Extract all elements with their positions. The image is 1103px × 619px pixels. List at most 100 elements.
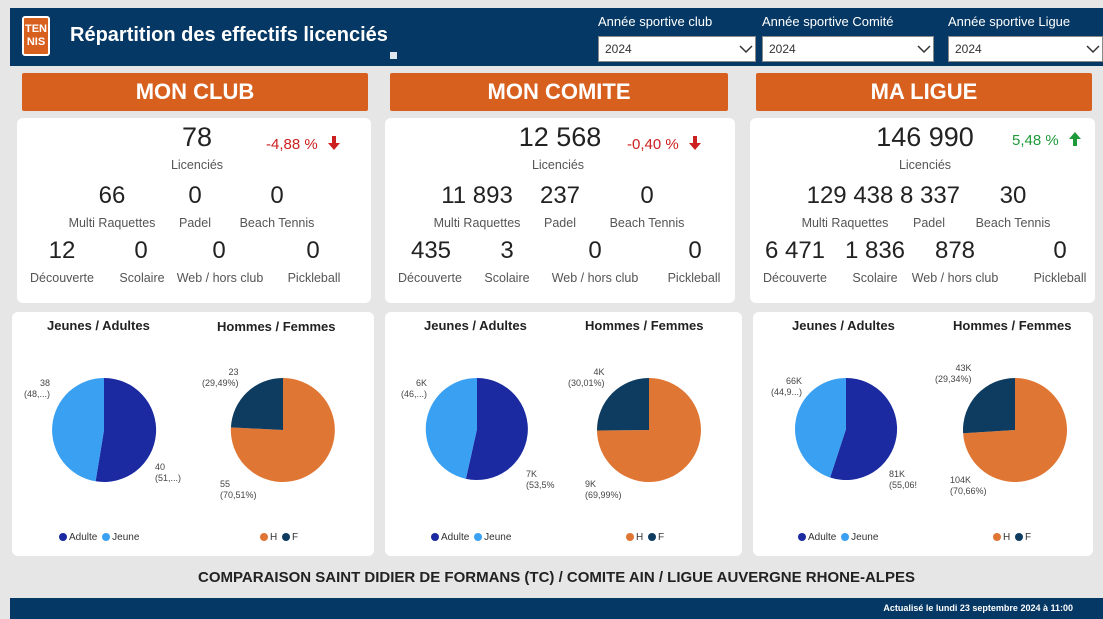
filter-ligue-dropdown[interactable]: 2024 xyxy=(948,36,1103,62)
data-label-f: 4K (30,01%) xyxy=(568,367,605,388)
stat-label: Web / hors club xyxy=(176,271,264,285)
tennis-logo: TEN NIS xyxy=(22,16,50,56)
age-chart-title: Jeunes / Adultes xyxy=(424,318,527,333)
stat-value: 0 xyxy=(688,237,702,264)
stat-label: Multi Raquettes xyxy=(68,216,156,230)
pie-sex-comite xyxy=(596,378,701,482)
kpi-card-club: 78 -4,88 % Licenciés 66 Multi Raquettes … xyxy=(17,118,371,303)
stat-label: Beach Tennis xyxy=(609,216,685,230)
stat-label: Padel xyxy=(913,216,945,230)
stat-label: Scolaire xyxy=(119,271,165,285)
stat-value: 66 xyxy=(98,182,126,209)
stat-value: 237 xyxy=(539,182,581,209)
last-updated: Actualisé le lundi 23 septembre 2024 à 1… xyxy=(883,603,1073,613)
data-label-h: 9K (69,99%) xyxy=(585,479,622,500)
stat-label: Scolaire xyxy=(484,271,530,285)
pie-slice-jeune[interactable] xyxy=(52,378,104,482)
total-licencies: 12 568 xyxy=(518,122,602,152)
legend-dot xyxy=(798,533,806,542)
stat-value: 0 xyxy=(212,237,226,264)
total-label: Licenciés xyxy=(170,158,224,172)
stat-value: 3 xyxy=(500,237,514,264)
filter-ligue-label: Année sportive Ligue xyxy=(948,14,1071,29)
data-label-h: 104K (70,66%) xyxy=(950,475,987,496)
filter-ligue-value: 2024 xyxy=(955,42,982,56)
data-label-h: 55 (70,51%) xyxy=(220,479,257,500)
stat-label: Web / hors club xyxy=(911,271,999,285)
total-label: Licenciés xyxy=(898,158,952,172)
data-label-jeune: 66K (44,9...) xyxy=(771,376,803,397)
header-bar: TEN NIS Répartition des effectifs licenc… xyxy=(10,8,1103,66)
logo-line1: TEN xyxy=(25,23,47,35)
legend-dot xyxy=(59,533,67,542)
age-legend: Adulte Jeune xyxy=(431,532,511,543)
stat-value: 0 xyxy=(640,182,654,209)
legend-dot xyxy=(626,533,634,542)
stat-label: Web / hors club xyxy=(551,271,639,285)
kpi-card-ligue: 146 990 5,48 % Licenciés 129 438 Multi R… xyxy=(750,118,1095,303)
stat-value: 6 471 xyxy=(764,237,826,264)
charts-card-club: Jeunes / Adultes Hommes / Femmes 38 (48,.… xyxy=(12,312,374,556)
legend-dot xyxy=(431,533,439,542)
stat-label: Scolaire xyxy=(852,271,898,285)
stat-value: 0 xyxy=(270,182,284,209)
sex-chart-title: Hommes / Femmes xyxy=(217,319,336,334)
pie-slice-f[interactable] xyxy=(962,378,1015,434)
stat-label: Découverte xyxy=(763,271,827,285)
data-label-f: 43K (29,34%) xyxy=(935,363,972,384)
trend-percent: -4,88 % xyxy=(266,135,318,153)
trend-indicator: 5,48 % xyxy=(1012,131,1083,151)
stat-label: Pickleball xyxy=(287,271,341,285)
stat-value: 878 xyxy=(934,237,976,264)
legend-dot xyxy=(648,533,657,542)
filter-club-dropdown[interactable]: 2024 xyxy=(598,36,756,62)
data-label-adulte: 81K (55,06! xyxy=(889,469,918,490)
stat-label: Multi Raquettes xyxy=(801,216,889,230)
stat-label: Padel xyxy=(179,216,211,230)
legend-dot xyxy=(841,533,850,542)
data-label-jeune: 6K (46,...) xyxy=(401,378,428,399)
trend-indicator: -0,40 % xyxy=(627,135,703,155)
stat-value: 11 893 xyxy=(441,182,513,209)
pie-sex-ligue xyxy=(962,378,1067,482)
comparison-title: COMPARAISON SAINT DIDIER DE FORMANS (TC)… xyxy=(198,569,915,586)
banner-club: MON CLUB xyxy=(22,73,368,111)
stat-value: 0 xyxy=(188,182,202,209)
stat-value: 30 xyxy=(999,182,1027,209)
age-chart-title: Jeunes / Adultes xyxy=(47,318,150,333)
filter-comite-label: Année sportive Comité xyxy=(762,14,894,29)
filter-comite-value: 2024 xyxy=(769,42,796,56)
stat-label: Découverte xyxy=(398,271,462,285)
footer-bar: Actualisé le lundi 23 septembre 2024 à 1… xyxy=(10,598,1103,619)
pie-age-comite xyxy=(425,377,528,481)
pie-slice-f[interactable] xyxy=(596,378,649,431)
logo-line2: NIS xyxy=(26,36,46,48)
pie-age-ligue xyxy=(794,377,898,481)
stat-label: Pickleball xyxy=(667,271,721,285)
total-label: Licenciés xyxy=(531,158,585,172)
legend-dot xyxy=(993,533,1001,542)
total-licencies: 78 xyxy=(181,122,213,152)
filter-comite-dropdown[interactable]: 2024 xyxy=(762,36,934,62)
page-title: Répartition des effectifs licenciés xyxy=(70,24,388,46)
legend-dot xyxy=(1015,533,1024,542)
stat-value: 0 xyxy=(1053,237,1067,264)
charts-card-comite: Jeunes / Adultes Hommes / Femmes 6K (46,.… xyxy=(385,312,742,556)
legend-dot xyxy=(474,533,483,542)
sex-chart-title: Hommes / Femmes xyxy=(953,318,1072,333)
trend-percent: -0,40 % xyxy=(627,135,679,153)
age-legend: Adulte Jeune xyxy=(59,532,139,543)
age-legend: Adulte Jeune xyxy=(798,532,878,543)
pie-slice-f[interactable] xyxy=(230,377,283,430)
stat-label: Beach Tennis xyxy=(975,216,1051,230)
kpi-card-comite: 12 568 -0,40 % Licenciés 11 893 Multi Ra… xyxy=(385,118,735,303)
stat-value: 0 xyxy=(588,237,602,264)
filter-club-value: 2024 xyxy=(605,42,632,56)
focus-indicator xyxy=(390,52,397,59)
stat-value: 12 xyxy=(48,237,76,264)
stat-value: 8 337 xyxy=(899,182,961,209)
stat-label: Multi Raquettes xyxy=(433,216,521,230)
arrow-up-icon xyxy=(1067,131,1083,151)
sex-legend: H F xyxy=(993,532,1031,543)
pie-slice-adulte[interactable] xyxy=(95,377,157,482)
